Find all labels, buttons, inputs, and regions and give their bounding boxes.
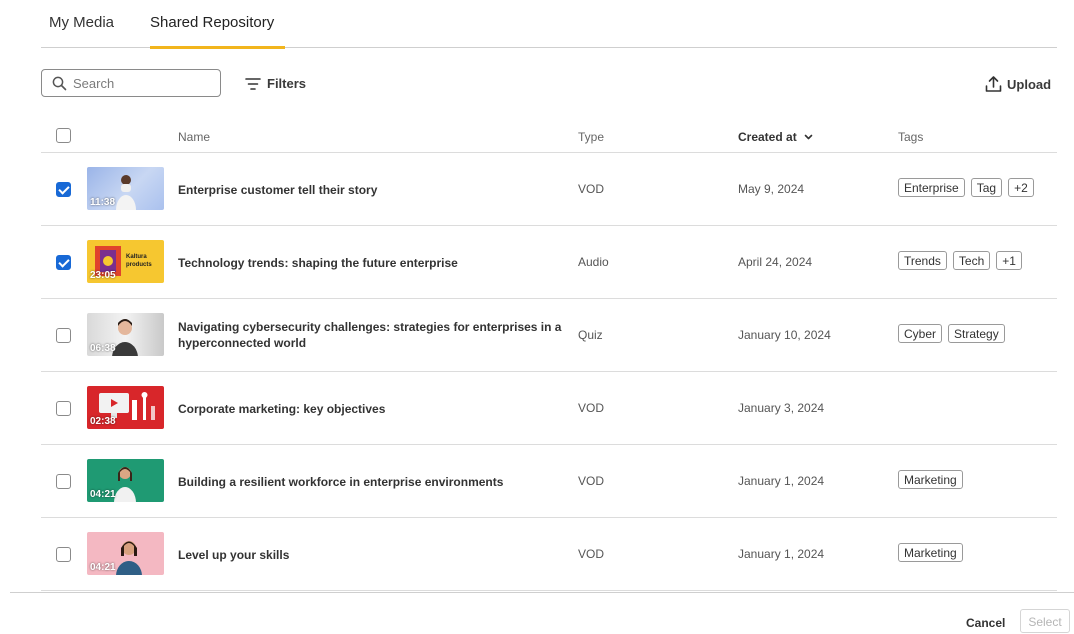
tab-my-media[interactable]: My Media xyxy=(49,14,114,46)
table-row[interactable]: 04:21 Building a resilient workforce in … xyxy=(41,445,1057,518)
created-date: January 10, 2024 xyxy=(738,328,831,342)
search-icon xyxy=(52,76,67,91)
duration-badge: 04:21 xyxy=(90,489,116,500)
table-row[interactable]: 02:38 Corporate marketing: key objective… xyxy=(41,372,1057,445)
table-header: Name Type Created at Tags xyxy=(41,120,1057,153)
duration-badge: 23:05 xyxy=(90,270,116,281)
table-row[interactable]: 11:38 Enterprise customer tell their sto… xyxy=(41,153,1057,226)
filter-icon xyxy=(245,78,261,90)
tag-more-badge[interactable]: +1 xyxy=(996,251,1022,270)
tag-badge: Enterprise xyxy=(898,178,965,197)
media-table: Name Type Created at Tags 11:38 Enterpri… xyxy=(41,120,1057,591)
tag-list: Trends Tech +1 xyxy=(898,251,1028,271)
tab-shared-repository[interactable]: Shared Repository xyxy=(150,14,285,49)
tag-badge: Marketing xyxy=(898,543,963,562)
video-thumbnail[interactable]: 04:21 xyxy=(87,532,164,575)
media-title[interactable]: Level up your skills xyxy=(178,547,563,563)
tag-list: Cyber Strategy xyxy=(898,324,1011,344)
table-row[interactable]: 04:21 Level up your skills VOD January 1… xyxy=(41,518,1057,591)
table-row[interactable]: Kaltura products 23:05 Technology trends… xyxy=(41,226,1057,299)
search-box[interactable] xyxy=(41,69,221,97)
media-title[interactable]: Technology trends: shaping the future en… xyxy=(178,255,563,271)
media-type: VOD xyxy=(578,547,605,561)
row-checkbox[interactable] xyxy=(56,255,71,270)
tag-badge: Tech xyxy=(952,251,991,270)
tag-badge: Cyber xyxy=(898,324,943,343)
tag-list: Enterprise Tag +2 xyxy=(898,178,1040,198)
tab-bar: My Media Shared Repository xyxy=(41,0,1057,49)
media-type: VOD xyxy=(578,474,605,488)
tag-list: Marketing xyxy=(898,543,969,563)
tag-badge: Trends xyxy=(898,251,947,270)
tag-badge: Marketing xyxy=(898,470,963,489)
select-all-checkbox[interactable] xyxy=(56,128,71,143)
quiz-thumbnail[interactable]: 06:38 xyxy=(87,313,164,356)
column-created-label: Created at xyxy=(738,130,797,144)
row-checkbox[interactable] xyxy=(56,328,71,343)
media-type: VOD xyxy=(578,182,605,196)
media-title[interactable]: Navigating cybersecurity challenges: str… xyxy=(178,319,563,351)
media-type: Audio xyxy=(578,255,609,269)
created-date: January 3, 2024 xyxy=(738,401,825,415)
column-type-header: Type xyxy=(578,130,605,144)
created-date: January 1, 2024 xyxy=(738,547,825,561)
tag-badge: Strategy xyxy=(948,324,1005,343)
table-row[interactable]: 06:38 Navigating cybersecurity challenge… xyxy=(41,299,1057,372)
search-input[interactable] xyxy=(73,74,213,92)
thumbnail-caption: Kaltura products xyxy=(126,254,152,268)
column-tags-header: Tags xyxy=(898,130,924,144)
video-thumbnail[interactable]: 02:38 xyxy=(87,386,164,429)
video-thumbnail[interactable]: 11:38 xyxy=(87,167,164,210)
media-title[interactable]: Corporate marketing: key objectives xyxy=(178,401,563,417)
media-title[interactable]: Building a resilient workforce in enterp… xyxy=(178,474,563,490)
created-date: January 1, 2024 xyxy=(738,474,825,488)
created-date: April 24, 2024 xyxy=(738,255,813,269)
tab-label: My Media xyxy=(49,14,115,31)
upload-label: Upload xyxy=(1007,77,1052,92)
duration-badge: 04:21 xyxy=(90,562,116,573)
tag-list: Marketing xyxy=(898,470,969,490)
created-date: May 9, 2024 xyxy=(738,182,805,196)
cancel-button[interactable]: Cancel xyxy=(966,616,1005,630)
dialog-footer-divider xyxy=(10,592,1074,593)
media-type: Quiz xyxy=(578,328,603,342)
column-created-header[interactable]: Created at xyxy=(738,130,813,144)
row-checkbox[interactable] xyxy=(56,182,71,197)
filters-label: Filters xyxy=(267,76,307,91)
tab-label: Shared Repository xyxy=(150,14,275,31)
media-type: VOD xyxy=(578,401,605,415)
tag-more-badge[interactable]: +2 xyxy=(1008,178,1034,197)
row-checkbox[interactable] xyxy=(56,547,71,562)
upload-icon xyxy=(985,76,1002,92)
audio-thumbnail[interactable]: Kaltura products 23:05 xyxy=(87,240,164,283)
tag-badge: Tag xyxy=(970,178,1003,197)
duration-badge: 02:38 xyxy=(90,416,116,427)
chevron-down-icon xyxy=(804,135,813,140)
duration-badge: 11:38 xyxy=(90,197,116,208)
row-checkbox[interactable] xyxy=(56,474,71,489)
column-name-header: Name xyxy=(178,130,211,144)
video-thumbnail[interactable]: 04:21 xyxy=(87,459,164,502)
duration-badge: 06:38 xyxy=(90,343,116,354)
select-button[interactable]: Select xyxy=(1020,609,1070,633)
row-checkbox[interactable] xyxy=(56,401,71,416)
media-title[interactable]: Enterprise customer tell their story xyxy=(178,182,563,198)
